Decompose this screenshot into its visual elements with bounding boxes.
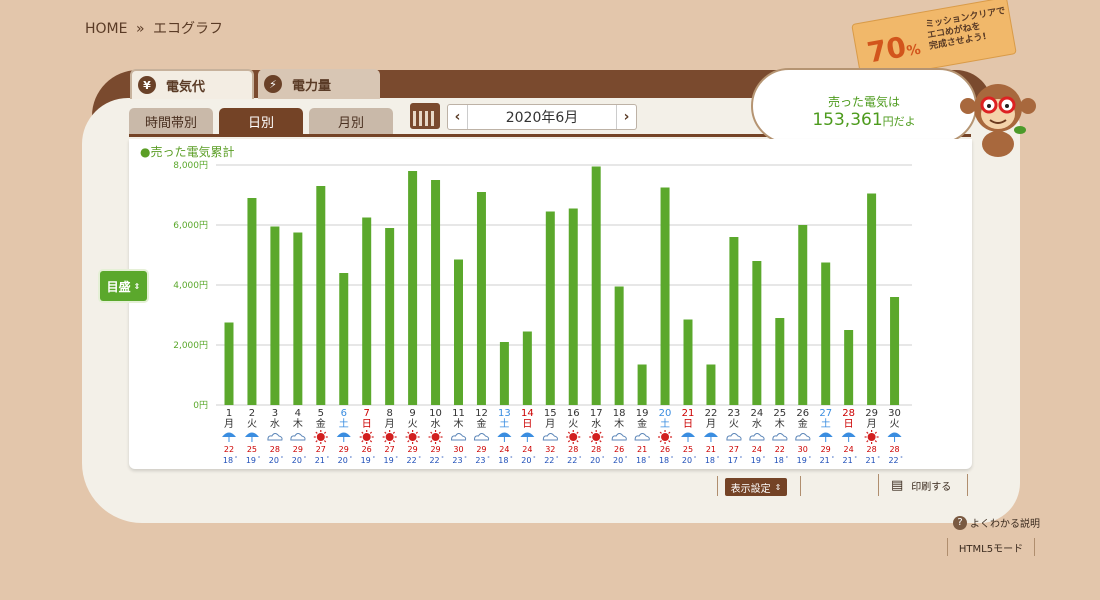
scale-button[interactable]: 目盛 ⇕ xyxy=(100,271,147,301)
next-month-button[interactable]: › xyxy=(616,105,636,129)
date-navigator: ‹ 2020年6月 › xyxy=(447,104,637,130)
mission-text: ミッションクリアで エコめがねを 完成させよう! xyxy=(924,6,1007,52)
tab-label: 電気代 xyxy=(166,79,206,95)
yen-icon: ¥ xyxy=(138,76,156,94)
question-icon: ? xyxy=(953,515,967,530)
breadcrumb-separator: » xyxy=(135,21,145,37)
bubble-amount: 153,361円だよ xyxy=(812,110,916,130)
printer-icon: ▤ xyxy=(891,477,904,493)
print-button[interactable]: ▤ 印刷する xyxy=(878,474,968,496)
subtab-hourly[interactable]: 時間帯別 xyxy=(129,108,213,134)
tab-electricity-amount[interactable]: ⚡ 電力量 xyxy=(258,69,380,99)
breadcrumb: HOME » エコグラフ xyxy=(85,18,227,38)
bubble-line1: 売った電気は xyxy=(827,95,900,109)
subtab-monthly[interactable]: 月別 xyxy=(309,108,393,134)
lightning-icon: ⚡ xyxy=(264,75,282,93)
divider xyxy=(800,476,801,496)
breadcrumb-current: エコグラフ xyxy=(152,21,223,37)
mission-percent: 70% xyxy=(864,30,923,70)
calendar-icon[interactable] xyxy=(410,103,440,129)
earnings-bubble: 売った電気は 153,361円だよ xyxy=(751,68,977,144)
chart-legend: ●売った電気累計 xyxy=(140,145,235,159)
tab-label: 電力量 xyxy=(292,78,332,94)
display-settings-button[interactable]: 表示設定 ⇕ xyxy=(725,478,787,496)
tab-electricity-cost[interactable]: ¥ 電気代 xyxy=(130,69,254,99)
divider xyxy=(717,476,718,496)
help-link[interactable]: ? よくわかる説明 xyxy=(953,515,1040,530)
prev-month-button[interactable]: ‹ xyxy=(448,105,468,129)
subtab-daily[interactable]: 日別 xyxy=(219,108,303,134)
chart-container xyxy=(129,139,972,469)
current-month: 2020年6月 xyxy=(505,110,579,126)
breadcrumb-home[interactable]: HOME xyxy=(85,21,127,37)
html5-mode-link[interactable]: HTML5モード xyxy=(947,538,1035,556)
